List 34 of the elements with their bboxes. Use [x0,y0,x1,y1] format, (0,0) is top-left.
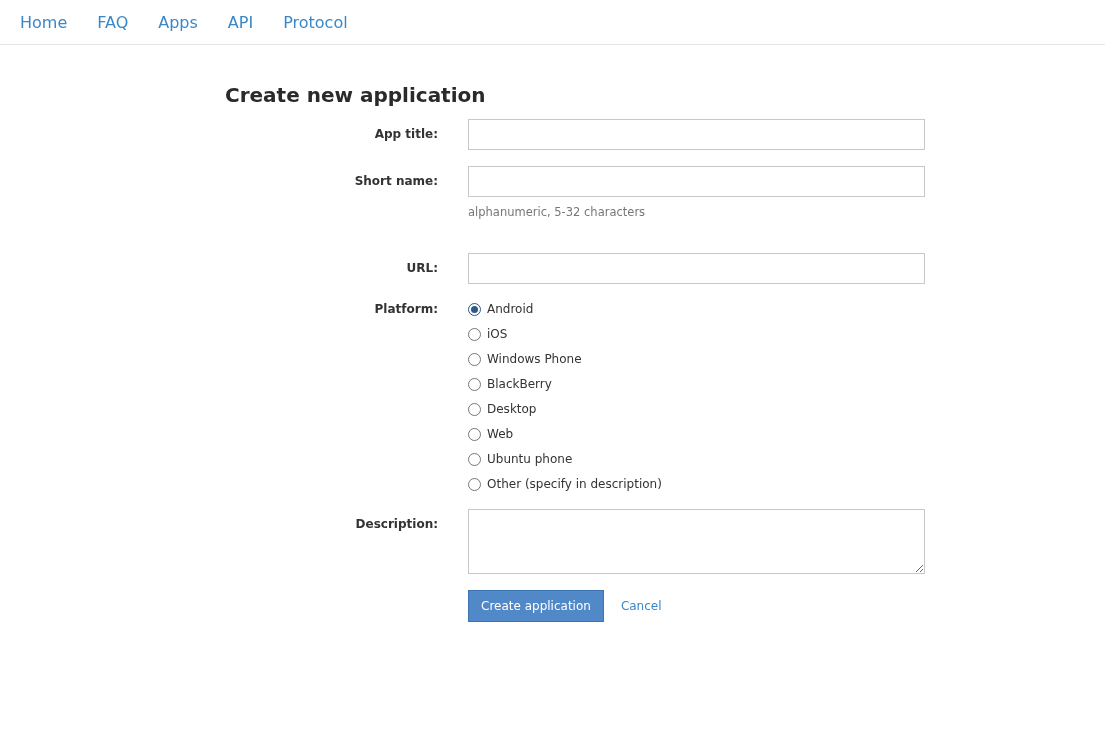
radio-button[interactable] [468,402,481,416]
radio-label[interactable]: Android [487,302,534,316]
cancel-link[interactable]: Cancel [620,599,662,613]
radio-label[interactable]: Desktop [487,402,537,416]
radio-button[interactable] [468,427,481,441]
nav-link[interactable]: Protocol [283,12,348,32]
input-field[interactable] [468,119,925,150]
radio-label[interactable]: BlackBerry [487,377,552,391]
field-label: App title: [373,126,438,141]
radio-button[interactable] [468,452,481,466]
input-field[interactable] [468,253,925,284]
field-hint: alphanumeric, 5-32 characters [468,205,647,219]
field-label: Description: [354,516,438,531]
radio-button[interactable] [468,302,481,316]
nav-link[interactable]: Apps [158,12,198,32]
radio-button[interactable] [468,352,481,366]
radio-label[interactable]: Windows Phone [487,352,582,366]
field-label: URL: [405,260,438,275]
page-title: Create new application [225,83,487,107]
radio-label[interactable]: Other (specify in description) [487,477,662,491]
radio-button[interactable] [468,477,481,491]
radio-button[interactable] [468,327,481,341]
radio-label[interactable]: iOS [487,327,508,341]
radio-label[interactable]: Web [487,427,514,441]
field-label: Short name: [353,173,438,188]
nav-link[interactable]: Home [20,12,68,32]
input-field[interactable] [468,166,925,197]
field-label: Platform: [373,301,438,316]
radio-label[interactable]: Ubuntu phone [487,452,573,466]
description-field[interactable] [468,509,925,574]
create-button[interactable]: Create application [468,590,604,622]
nav-link[interactable]: API [227,12,254,32]
nav-link[interactable]: FAQ [97,12,129,32]
radio-button[interactable] [468,377,481,391]
